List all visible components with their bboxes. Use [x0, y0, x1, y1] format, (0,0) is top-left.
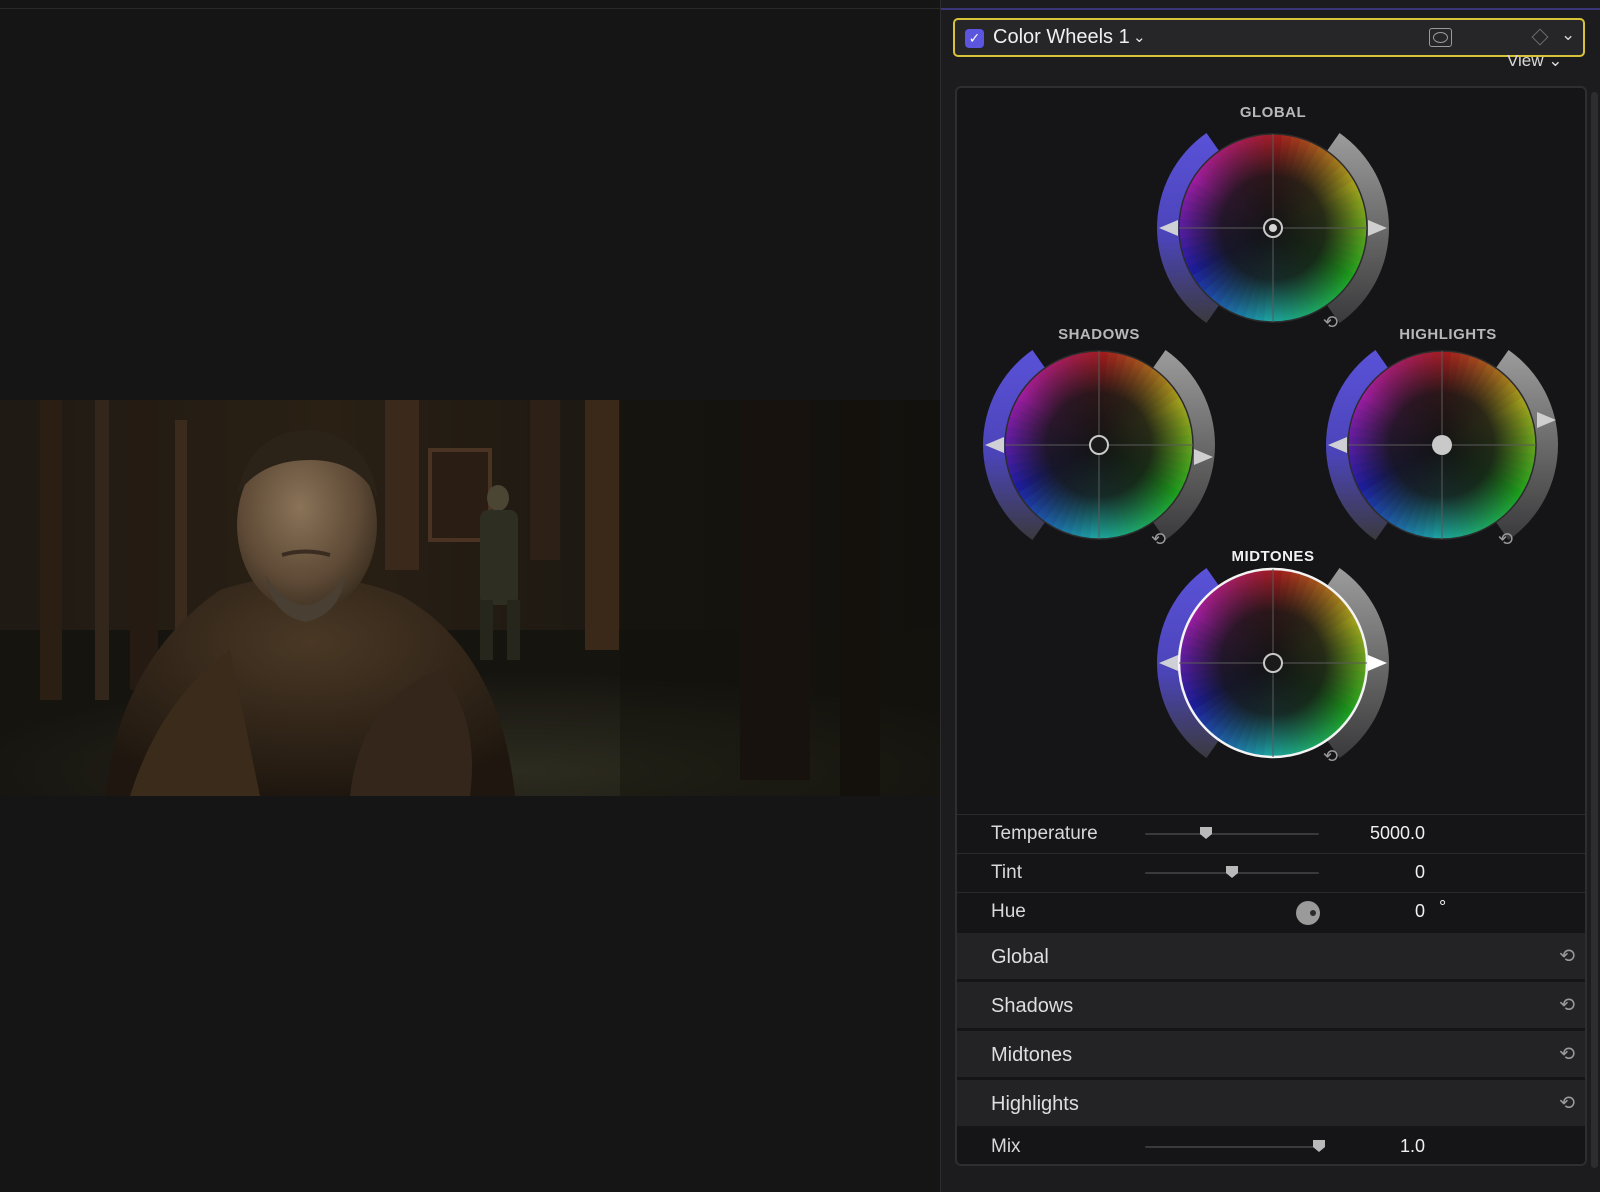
color-wheel-highlights[interactable]	[1326, 349, 1558, 541]
chevron-down-icon[interactable]: ⌄	[1133, 28, 1146, 46]
hue-dial-icon[interactable]	[1295, 900, 1321, 926]
tint-slider-thumb[interactable]	[1225, 865, 1239, 879]
effect-enable-checkbox[interactable]: ✓	[965, 29, 984, 48]
view-menu[interactable]: View ⌄	[1507, 55, 1563, 69]
mask-icon[interactable]	[1429, 28, 1452, 47]
video-frame[interactable]	[0, 400, 940, 796]
inspector-panel: ✓ Color Wheels 1 ⌄ ⌄ View ⌄ GLOBAL SHADO…	[940, 0, 1600, 1192]
mix-value[interactable]: 1.0	[1400, 1136, 1425, 1157]
temperature-value[interactable]: 5000.0	[1370, 823, 1425, 844]
color-wheel-shadows[interactable]	[983, 349, 1215, 541]
tint-value[interactable]: 0	[1415, 862, 1425, 883]
reset-icon[interactable]: ⟲	[1559, 945, 1575, 968]
section-highlights-label: Highlights	[991, 1093, 1079, 1115]
temperature-slider[interactable]	[1145, 827, 1319, 839]
tint-row: Tint 0	[957, 853, 1585, 891]
inspector-scrollbar[interactable]	[1591, 92, 1598, 1168]
color-wheel-global[interactable]	[1157, 132, 1389, 324]
section-global[interactable]: Global ⟲	[957, 931, 1585, 979]
hue-unit: °	[1439, 897, 1447, 917]
wheels-area: GLOBAL SHADOWS HIGHLIGHTS MIDTONES ⟲ ⟲ ⟲…	[957, 88, 1585, 814]
section-global-label: Global	[991, 946, 1049, 968]
color-wheels-graphic	[983, 132, 1558, 759]
keyframe-diamond-icon[interactable]	[1531, 28, 1549, 46]
section-midtones-label: Midtones	[991, 1044, 1073, 1066]
video-frame-image	[0, 400, 940, 796]
reset-icon[interactable]: ⟲	[1559, 1043, 1575, 1066]
reset-icon[interactable]: ⟲	[1559, 994, 1575, 1017]
temperature-row: Temperature 5000.0	[957, 814, 1585, 852]
collapse-chevron-icon[interactable]: ⌄	[1561, 25, 1575, 45]
reset-icon-shadows[interactable]: ⟲	[1151, 529, 1166, 550]
reset-icon-highlights[interactable]: ⟲	[1498, 529, 1513, 550]
section-midtones[interactable]: Midtones ⟲	[957, 1029, 1585, 1077]
temperature-slider-thumb[interactable]	[1199, 826, 1213, 840]
section-shadows-label: Shadows	[991, 995, 1074, 1017]
reset-icon[interactable]: ⟲	[1559, 1092, 1575, 1115]
color-puck	[1089, 435, 1109, 455]
tint-slider[interactable]	[1145, 866, 1319, 878]
mix-row: Mix 1.0	[957, 1128, 1585, 1164]
viewer-top-divider	[0, 8, 940, 9]
color-puck	[1432, 435, 1452, 455]
color-wheel-midtones[interactable]	[1157, 567, 1389, 759]
color-puck	[1263, 653, 1283, 673]
hue-row: Hue 0 °	[957, 892, 1585, 930]
reset-icon-global[interactable]: ⟲	[1323, 312, 1338, 333]
mix-slider[interactable]	[1145, 1140, 1325, 1152]
section-shadows[interactable]: Shadows ⟲	[957, 980, 1585, 1028]
mix-label: Mix	[991, 1136, 1021, 1157]
effect-header[interactable]: ✓ Color Wheels 1 ⌄ ⌄	[953, 18, 1585, 57]
reset-icon-midtones[interactable]: ⟲	[1323, 746, 1338, 767]
effect-name[interactable]: Color Wheels 1	[993, 26, 1130, 49]
hue-value[interactable]: 0	[1415, 901, 1425, 922]
inspector-top-accent	[941, 8, 1600, 10]
mix-slider-thumb[interactable]	[1312, 1139, 1326, 1153]
temperature-label: Temperature	[991, 823, 1098, 844]
hue-label: Hue	[991, 901, 1026, 922]
section-highlights[interactable]: Highlights ⟲	[957, 1078, 1585, 1126]
color-wheels-panel: GLOBAL SHADOWS HIGHLIGHTS MIDTONES ⟲ ⟲ ⟲…	[955, 86, 1587, 1166]
color-puck-center	[1269, 224, 1277, 232]
viewer	[0, 0, 940, 1192]
tint-label: Tint	[991, 862, 1022, 883]
